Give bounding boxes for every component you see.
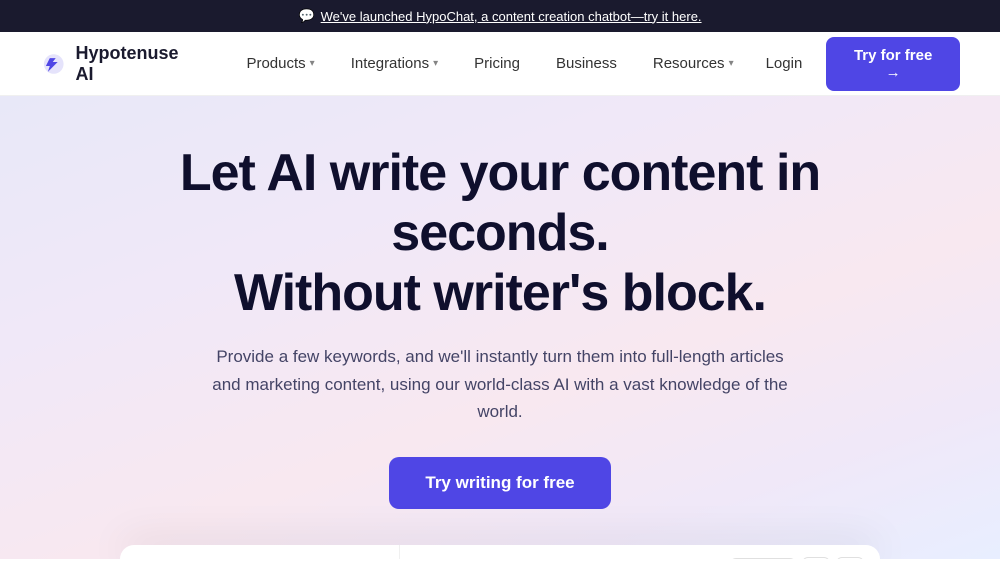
try-free-button[interactable]: Try for free → xyxy=(826,37,960,91)
nav-pricing[interactable]: Pricing xyxy=(458,47,536,80)
logo[interactable]: Hypotenuse AI xyxy=(40,43,198,85)
announcement-icon: 💬 xyxy=(298,8,314,24)
nav-actions: Login Try for free → xyxy=(750,37,960,91)
share-button[interactable]: ⤴ Share xyxy=(730,558,796,559)
try-writing-button[interactable]: Try writing for free xyxy=(389,457,610,509)
hero-title: Let AI write your content in seconds. Wi… xyxy=(90,144,910,323)
demo-right-actions: ⤴ Share A↔ + xyxy=(730,557,864,559)
translate-button[interactable]: A↔ xyxy=(802,557,830,559)
announcement-bar: 💬 We've launched HypoChat, a content cre… xyxy=(0,0,1000,32)
login-button[interactable]: Login xyxy=(750,47,819,80)
nav-resources[interactable]: Resources ▾ xyxy=(637,47,750,80)
chevron-down-icon: ▾ xyxy=(310,58,315,69)
demo-right-header: | ⤴ Share A↔ + xyxy=(416,557,864,559)
logo-icon xyxy=(40,50,67,78)
nav-business[interactable]: Business xyxy=(540,47,633,80)
nav-links: Products ▾ Integrations ▾ Pricing Busine… xyxy=(230,47,749,80)
demo-left-panel: Using Bullet Points for Maximum Impact ✓… xyxy=(120,545,400,559)
announcement-link[interactable]: We've launched HypoChat, a content creat… xyxy=(321,9,702,24)
navbar: Hypotenuse AI Products ▾ Integrations ▾ … xyxy=(0,32,1000,96)
hero-subtitle: Provide a few keywords, and we'll instan… xyxy=(200,343,800,425)
nav-products[interactable]: Products ▾ xyxy=(230,47,330,80)
chevron-down-icon: ▾ xyxy=(729,58,734,69)
demo-right-panel: | ⤴ Share A↔ + B I U xyxy=(400,545,880,559)
nav-integrations[interactable]: Integrations ▾ xyxy=(335,47,454,80)
hero-section: Let AI write your content in seconds. Wi… xyxy=(0,96,1000,559)
chevron-down-icon: ▾ xyxy=(433,58,438,69)
add-button[interactable]: + xyxy=(836,557,864,559)
logo-text: Hypotenuse AI xyxy=(75,43,198,85)
demo-card: Using Bullet Points for Maximum Impact ✓… xyxy=(120,545,880,559)
